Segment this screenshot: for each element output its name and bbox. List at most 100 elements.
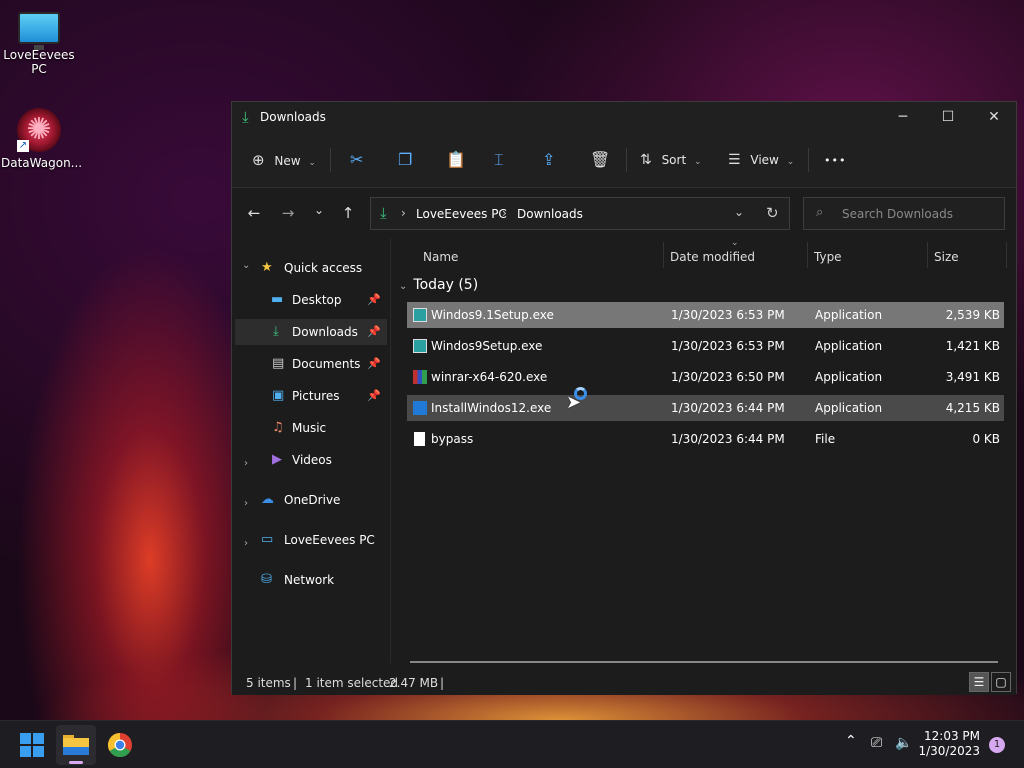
cut-button[interactable]: ✂: [350, 149, 363, 171]
scissors-icon: ✂: [350, 150, 364, 169]
breadcrumb-this-pc[interactable]: LoveEevees PC: [416, 207, 507, 221]
column-header-date-modified[interactable]: Date modified: [670, 247, 755, 267]
file-row[interactable]: InstallWindos12.exe 1/30/2023 6:44 PM Ap…: [407, 395, 1004, 421]
column-header-size[interactable]: Size: [934, 247, 959, 267]
file-explorer-window: ⤓ Downloads ─ ☐ ✕ ⊕ New ⌄ ✂ ❐ 📋 ⌶ ⇪ 🗑 ⇅ …: [231, 101, 1017, 695]
active-indicator: [69, 761, 83, 764]
navigation-bar: ← → ⌄ ↑ ⤓ › LoveEevees PC › Downloads ⌄ …: [232, 188, 1016, 238]
column-header-name[interactable]: Name: [423, 247, 458, 267]
winrar-icon: [413, 370, 427, 384]
file-row[interactable]: Windos9.1Setup.exe 1/30/2023 6:53 PM App…: [407, 302, 1004, 328]
search-box[interactable]: ⌕: [803, 197, 1005, 230]
file-size: 1,421 KB: [945, 339, 1000, 353]
forward-button[interactable]: →: [276, 202, 300, 224]
sidebar-item-label: Music: [292, 421, 327, 435]
videos-icon: ▶: [272, 452, 282, 467]
desktop-icon-this-pc[interactable]: LoveEevees PC: [1, 12, 77, 76]
desktop-icon-datawagon[interactable]: ↗ DataWagon...: [1, 108, 82, 170]
download-icon: ⤓: [380, 204, 387, 222]
sidebar-item-videos[interactable]: ▶ Videos: [235, 447, 387, 473]
sidebar-item-label: Quick access: [284, 261, 363, 275]
title-bar[interactable]: ⤓ Downloads ─ ☐ ✕: [232, 102, 1016, 132]
sidebar-item-quick-access[interactable]: ★ Quick access: [235, 255, 387, 281]
new-button[interactable]: ⊕ New ⌄: [252, 149, 316, 171]
file-row[interactable]: Windos9Setup.exe 1/30/2023 6:53 PM Appli…: [407, 333, 1004, 359]
column-header-type[interactable]: Type: [814, 247, 842, 267]
search-input[interactable]: [842, 204, 997, 224]
paste-button[interactable]: 📋: [446, 149, 466, 171]
datawagon-icon: ↗: [17, 108, 61, 152]
share-button[interactable]: ⇪: [542, 149, 555, 171]
copy-button[interactable]: ❐: [398, 149, 412, 171]
column-separator[interactable]: [927, 242, 928, 268]
windows-logo-icon: [20, 733, 44, 757]
file-row[interactable]: bypass 1/30/2023 6:44 PM File 0 KB: [407, 426, 1004, 452]
notification-badge[interactable]: 1: [989, 737, 1005, 753]
volume-icon[interactable]: 🔈: [895, 735, 912, 751]
more-button[interactable]: •••: [824, 149, 846, 171]
file-type: File: [815, 432, 836, 446]
up-button[interactable]: ↑: [336, 202, 360, 224]
selection-size: 2.47 MB: [389, 676, 439, 690]
busy-spinner-icon: [574, 387, 587, 400]
sort-button[interactable]: ⇅ Sort ⌄: [640, 149, 702, 171]
large-icons-view-button[interactable]: ▢: [991, 672, 1011, 692]
horizontal-scrollbar[interactable]: [410, 661, 998, 663]
address-dropdown-button[interactable]: ⌄: [734, 205, 744, 219]
file-name: winrar-x64-620.exe: [431, 370, 548, 384]
column-separator[interactable]: [807, 242, 808, 268]
search-icon: ⌕: [816, 205, 824, 220]
view-label: View: [750, 153, 779, 167]
file-row[interactable]: winrar-x64-620.exe 1/30/2023 6:50 PM App…: [407, 364, 1004, 390]
breadcrumb-downloads[interactable]: Downloads: [517, 207, 583, 221]
column-separator[interactable]: [663, 242, 664, 268]
window-title: Downloads: [260, 110, 326, 124]
view-button[interactable]: ☰ View ⌄: [728, 149, 794, 171]
rename-button[interactable]: ⌶: [494, 149, 504, 171]
close-button[interactable]: ✕: [971, 102, 1017, 132]
file-name: Windos9Setup.exe: [431, 339, 543, 353]
file-type: Application: [815, 370, 883, 384]
sidebar-item-downloads[interactable]: ⤓ Downloads 📌: [235, 319, 387, 345]
chevron-right-icon: ›: [401, 206, 406, 220]
taskbar-chrome[interactable]: [100, 725, 140, 765]
sidebar-item-onedrive[interactable]: ☁ OneDrive: [235, 487, 387, 513]
clock[interactable]: 12:03 PM 1/30/2023: [918, 729, 980, 759]
minimize-button[interactable]: ─: [880, 102, 926, 132]
back-button[interactable]: ←: [242, 202, 266, 224]
pin-icon: 📌: [367, 293, 381, 306]
network-status-icon[interactable]: ⎚: [871, 735, 882, 751]
sidebar-item-music[interactable]: ♫ Music: [235, 415, 387, 441]
chrome-icon: [108, 733, 132, 757]
star-icon: ★: [261, 260, 273, 275]
plus-circle-icon: ⊕: [252, 151, 265, 169]
maximize-button[interactable]: ☐: [925, 102, 971, 132]
details-view-button[interactable]: ☰: [969, 672, 989, 692]
download-icon: ⤓: [242, 108, 249, 126]
start-button[interactable]: [12, 725, 52, 765]
sidebar-item-network[interactable]: ⛁ Network: [235, 567, 387, 593]
file-size: 2,539 KB: [945, 308, 1000, 322]
group-header-today[interactable]: ⌄ Today (5): [399, 277, 478, 293]
computer-icon: [18, 12, 60, 50]
toolbar-divider: [808, 148, 809, 172]
column-separator[interactable]: [1006, 242, 1007, 268]
taskbar-file-explorer[interactable]: [56, 725, 96, 765]
delete-button[interactable]: 🗑: [590, 149, 610, 171]
sidebar-item-pictures[interactable]: ▣ Pictures 📌: [235, 383, 387, 409]
sidebar-item-label: Documents: [292, 357, 361, 371]
show-hidden-icons-chevron[interactable]: ⌃: [845, 733, 857, 749]
recent-locations-button[interactable]: ⌄: [307, 199, 331, 221]
network-icon: ⛁: [261, 572, 272, 587]
expand-this-pc-chevron[interactable]: ›: [244, 498, 248, 509]
expand-network-chevron[interactable]: ›: [244, 538, 248, 549]
refresh-button[interactable]: ↻: [766, 204, 779, 222]
group-label: Today (5): [413, 277, 479, 293]
chevron-down-icon: ⌄: [786, 157, 795, 167]
expand-onedrive-chevron[interactable]: ›: [244, 458, 248, 469]
sidebar-item-this-pc[interactable]: ▭ LoveEevees PC: [235, 527, 387, 553]
sidebar-item-desktop[interactable]: ▬ Desktop 📌: [235, 287, 387, 313]
file-type: Application: [815, 308, 883, 322]
sidebar-item-documents[interactable]: ▤ Documents 📌: [235, 351, 387, 377]
address-bar[interactable]: ⤓ › LoveEevees PC › Downloads ⌄ ↻: [370, 197, 790, 230]
